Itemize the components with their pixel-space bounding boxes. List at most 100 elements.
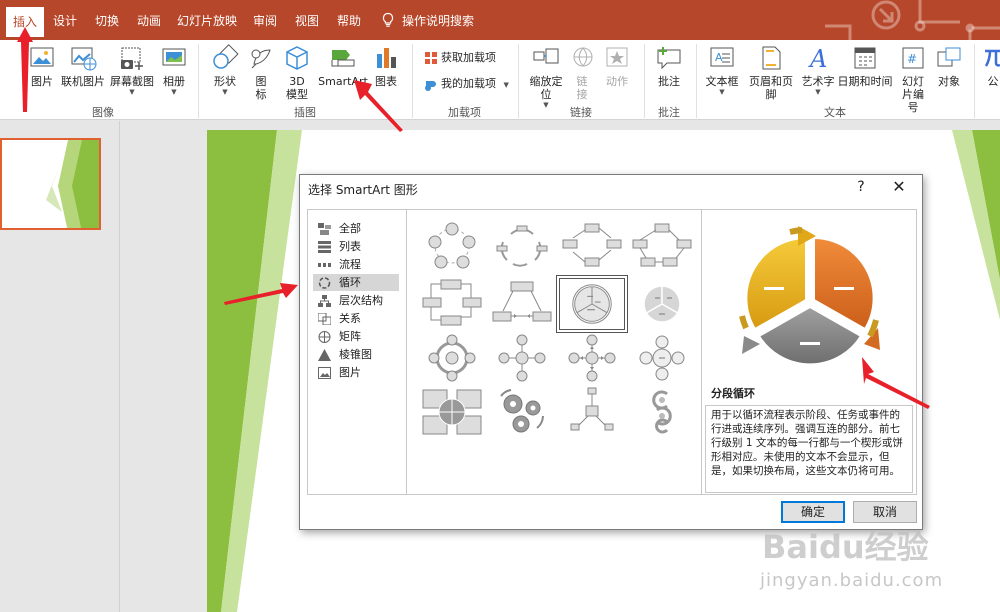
tab-design[interactable]: 设计 [50, 10, 80, 32]
my-addins-button[interactable]: 我的加载项 ▼ [424, 74, 509, 94]
layout-diverging-radial[interactable] [559, 332, 625, 384]
tab-insert[interactable]: 插入 [6, 7, 44, 37]
action-button[interactable]: 动作 [602, 44, 632, 88]
online-picture-label: 联机图片 [61, 75, 105, 88]
bar-chart-icon [377, 48, 396, 68]
group-label-illustrations: 插图 [294, 106, 316, 119]
screenshot-label: 屏幕截图 [110, 75, 154, 88]
textbox-icon: A [710, 47, 734, 67]
shapes-button[interactable]: 形状 ▼ [208, 44, 242, 97]
layout-multidirectional-cycle[interactable] [489, 278, 555, 330]
chevron-down-icon[interactable]: ▼ [108, 88, 156, 97]
slide-number-button[interactable]: # 幻灯片编号 [896, 44, 930, 114]
chart-button[interactable]: 图表 [372, 44, 400, 88]
icons-icon [251, 49, 271, 69]
shapes-label: 形状 [214, 75, 236, 88]
chevron-down-icon[interactable]: ▼ [526, 101, 566, 110]
category-cycle[interactable]: 循环 [313, 274, 399, 291]
layout-circle-arrow-process[interactable] [629, 386, 695, 438]
shapes-icon [213, 44, 239, 69]
category-label: 棱锥图 [339, 348, 372, 361]
equation-button[interactable]: 公 [982, 44, 1000, 88]
slide-thumbnail[interactable] [0, 138, 101, 230]
3d-models-button[interactable]: 3D 模型 [280, 44, 314, 101]
layout-continuous-cycle[interactable] [419, 278, 485, 330]
layout-pie[interactable] [629, 278, 695, 330]
lightbulb-icon[interactable] [380, 12, 396, 28]
photo-album-button[interactable]: 相册 ▼ [158, 44, 190, 97]
group-separator [518, 44, 519, 118]
insert-picture-button[interactable]: 图片 [26, 44, 58, 88]
my-addins-label: 我的加载项 [441, 77, 496, 90]
wordart-button[interactable]: A 艺术字 ▼ [800, 44, 836, 97]
layout-basic-cycle[interactable] [419, 220, 485, 272]
svg-text:A: A [808, 45, 827, 72]
cube-icon [286, 46, 308, 70]
textbox-button[interactable]: A 文本框 ▼ [702, 44, 742, 97]
category-list-type[interactable]: 列表 [313, 238, 399, 255]
layout-text-cycle[interactable] [489, 220, 555, 272]
chevron-down-icon[interactable]: ▼ [702, 88, 742, 97]
get-addins-button[interactable]: 获取加载项 [424, 48, 496, 68]
textbox-label: 文本框 [705, 75, 739, 88]
group-label-links: 链接 [570, 106, 592, 119]
group-separator [696, 44, 697, 118]
category-picture[interactable]: 图片 [313, 364, 399, 381]
category-pyramid[interactable]: 棱锥图 [313, 346, 399, 363]
category-list: 全部 列表 流程 循环 层次结构 关系 矩阵 棱锥图 图片 [307, 209, 407, 495]
chevron-down-icon[interactable]: ▼ [208, 88, 242, 97]
ok-button[interactable]: 确定 [781, 501, 845, 523]
layout-cycle-matrix[interactable] [419, 386, 485, 438]
layout-basic-radial[interactable] [489, 332, 555, 384]
category-label: 层次结构 [339, 294, 383, 307]
layout-radial-cycle[interactable] [419, 332, 485, 384]
cancel-button[interactable]: 取消 [853, 501, 917, 523]
equation-label: 公 [987, 75, 999, 88]
category-hierarchy[interactable]: 层次结构 [313, 292, 399, 309]
layout-block-cycle[interactable] [559, 220, 625, 272]
globe-link-icon [573, 47, 593, 67]
icons-button[interactable]: 图标 [246, 44, 276, 101]
online-picture-button[interactable]: 联机图片 [60, 44, 106, 88]
object-label: 对象 [938, 75, 960, 88]
category-relationship[interactable]: 关系 [313, 310, 399, 327]
zoom-label: 缩放定位 [529, 75, 563, 101]
pyramid-icon [318, 349, 331, 361]
layout-segmented-cycle[interactable] [556, 275, 628, 333]
chevron-down-icon[interactable]: ▼ [504, 81, 509, 89]
wordart-label: 艺术字 [801, 75, 835, 88]
screenshot-button[interactable]: 屏幕截图 ▼ [108, 44, 156, 97]
layout-nondirectional-cycle[interactable] [629, 220, 695, 272]
help-button[interactable]: ? [853, 179, 869, 195]
category-all[interactable]: 全部 [313, 220, 399, 237]
comment-label: 批注 [658, 75, 680, 88]
object-button[interactable]: 对象 [934, 44, 964, 88]
close-button[interactable]: ✕ [890, 177, 908, 196]
all-icon [318, 223, 331, 235]
chevron-down-icon[interactable]: ▼ [158, 88, 190, 97]
tab-slideshow[interactable]: 幻灯片放映 [176, 10, 238, 32]
chevron-down-icon[interactable]: ▼ [800, 88, 836, 97]
tab-view[interactable]: 视图 [292, 10, 322, 32]
svg-text:#: # [907, 52, 917, 66]
category-process[interactable]: 流程 [313, 256, 399, 273]
store-icon [425, 52, 437, 64]
tab-help[interactable]: 帮助 [334, 10, 364, 32]
date-time-button[interactable]: 日期和时间 [836, 44, 894, 88]
layout-gear[interactable] [489, 386, 555, 438]
tab-transitions[interactable]: 切换 [92, 10, 122, 32]
zoom-button[interactable]: 缩放定位 ▼ [526, 44, 566, 110]
tell-me-search[interactable]: 操作说明搜索 [402, 10, 474, 32]
comment-button[interactable]: 批注 [654, 44, 684, 88]
tab-animations[interactable]: 动画 [134, 10, 164, 32]
category-matrix[interactable]: 矩阵 [313, 328, 399, 345]
layout-radial-cluster[interactable] [559, 386, 625, 438]
slide-number-label: 幻灯片编号 [902, 75, 924, 114]
link-button[interactable]: 链接 [568, 44, 596, 101]
layout-radial-venn[interactable] [629, 332, 695, 384]
icons-label: 图标 [255, 75, 267, 101]
smartart-button[interactable]: SmartArt [318, 44, 368, 88]
header-footer-button[interactable]: 页眉和页脚 [744, 44, 798, 101]
tab-review[interactable]: 审阅 [250, 10, 280, 32]
thumbnail-graphic [46, 140, 99, 228]
